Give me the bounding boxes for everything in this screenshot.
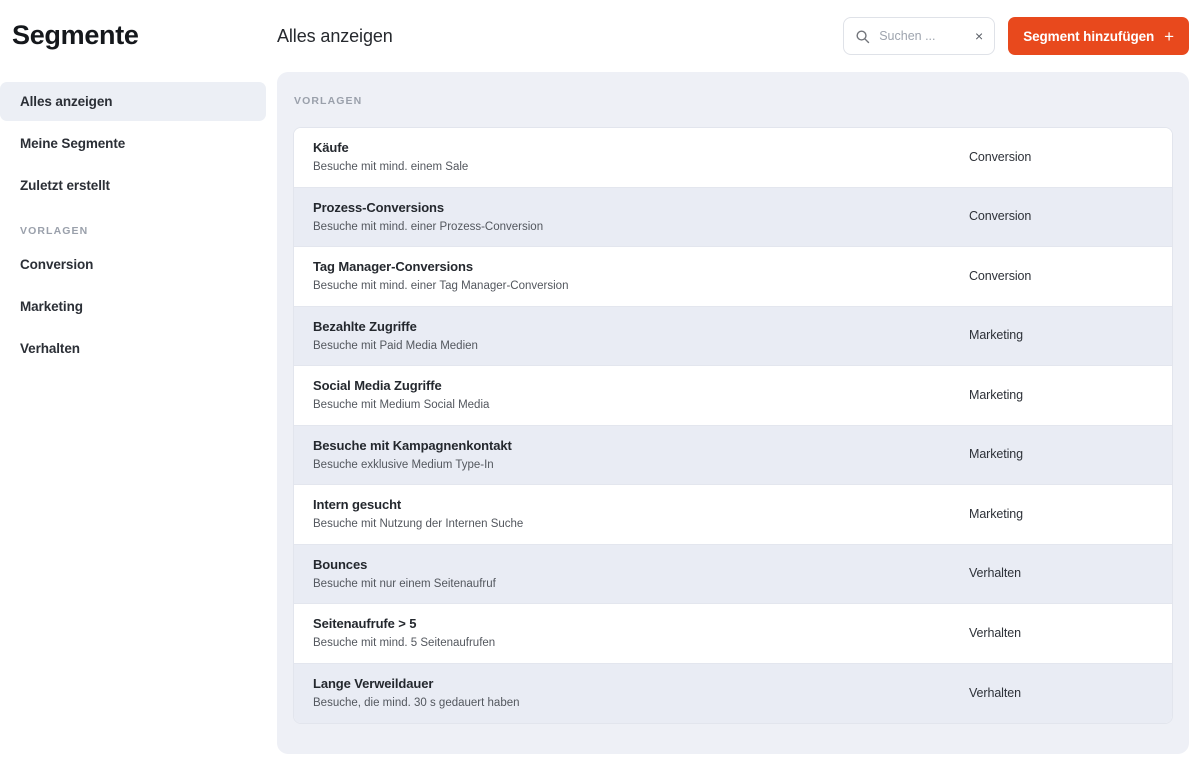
row-main: Besuche mit Kampagnenkontakt Besuche exk… [313, 437, 969, 473]
table-row[interactable]: Bounces Besuche mit nur einem Seitenaufr… [294, 544, 1172, 604]
row-category: Conversion [969, 268, 1032, 283]
row-category: Marketing [969, 387, 1023, 402]
table-row[interactable]: Tag Manager-Conversions Besuche mit mind… [294, 247, 1172, 307]
row-description: Besuche mit mind. einer Prozess-Conversi… [313, 220, 544, 233]
row-category: Verhalten [969, 566, 1021, 581]
table-row[interactable]: Lange Verweildauer Besuche, die mind. 30… [294, 663, 1172, 723]
table-row[interactable]: Seitenaufrufe > 5 Besuche mit mind. 5 Se… [294, 604, 1172, 664]
table-row[interactable]: Besuche mit Kampagnenkontakt Besuche exk… [294, 425, 1172, 485]
row-description: Besuche mit Medium Social Media [313, 399, 490, 412]
sidebar-item-label: Meine Segmente [20, 136, 126, 151]
row-description: Besuche mit mind. einer Tag Manager-Conv… [313, 280, 569, 293]
sidebar-group-label-vorlagen: VORLAGEN [20, 225, 89, 237]
topbar: Alles anzeigen × Segment hinzufügen + [277, 0, 1200, 72]
main-content: Alles anzeigen × Segment hinzufügen + VO… [277, 0, 1200, 767]
sidebar-item-zuletzt-erstellt[interactable]: Zuletzt erstellt [0, 166, 266, 205]
row-description: Besuche mit Nutzung der Internen Suche [313, 518, 524, 531]
row-main: Social Media Zugriffe Besuche mit Medium… [313, 377, 969, 413]
row-description: Besuche mit nur einem Seitenaufruf [313, 577, 496, 590]
panel-group-label: VORLAGEN [294, 95, 363, 107]
search-icon [855, 29, 870, 44]
row-title: Käufe [313, 140, 349, 156]
table-row[interactable]: Prozess-Conversions Besuche mit mind. ei… [294, 187, 1172, 247]
templates-panel: VORLAGEN Käufe Besuche mit mind. einem S… [277, 72, 1189, 754]
page-title: Segmente [12, 20, 139, 50]
row-main: Seitenaufrufe > 5 Besuche mit mind. 5 Se… [313, 615, 969, 651]
row-category: Conversion [969, 209, 1032, 224]
sidebar-item-alles-anzeigen[interactable]: Alles anzeigen [0, 82, 266, 121]
sidebar-item-label: Alles anzeigen [20, 94, 113, 109]
row-category: Marketing [969, 447, 1023, 462]
content-title: Alles anzeigen [277, 26, 393, 46]
row-main: Lange Verweildauer Besuche, die mind. 30… [313, 675, 969, 711]
add-segment-label: Segment hinzufügen [1023, 28, 1155, 44]
sidebar-item-verhalten[interactable]: Verhalten [0, 329, 266, 368]
row-description: Besuche mit mind. einem Sale [313, 161, 469, 174]
sidebar-primary-list: Alles anzeigen Meine Segmente Zuletzt er… [0, 82, 277, 205]
search-box[interactable]: × [843, 17, 996, 55]
table-row[interactable]: Bezahlte Zugriffe Besuche mit Paid Media… [294, 306, 1172, 366]
row-main: Bounces Besuche mit nur einem Seitenaufr… [313, 556, 969, 592]
sidebar-item-meine-segmente[interactable]: Meine Segmente [0, 124, 266, 163]
row-title: Social Media Zugriffe [313, 378, 442, 394]
close-icon[interactable]: × [974, 27, 984, 45]
sidebar-item-label: Conversion [20, 257, 94, 272]
row-title: Intern gesucht [313, 497, 402, 513]
row-category: Verhalten [969, 625, 1021, 640]
row-title: Seitenaufrufe > 5 [313, 616, 417, 632]
row-title: Lange Verweildauer [313, 676, 434, 692]
row-main: Tag Manager-Conversions Besuche mit mind… [313, 258, 969, 294]
table-row[interactable]: Intern gesucht Besuche mit Nutzung der I… [294, 485, 1172, 545]
sidebar-templates-list: Conversion Marketing Verhalten [0, 245, 277, 368]
segments-table: Käufe Besuche mit mind. einem Sale Conve… [293, 127, 1173, 724]
table-row[interactable]: Käufe Besuche mit mind. einem Sale Conve… [294, 128, 1172, 188]
row-main: Prozess-Conversions Besuche mit mind. ei… [313, 199, 969, 235]
sidebar-nav: Alles anzeigen Meine Segmente Zuletzt er… [0, 82, 277, 368]
row-title: Prozess-Conversions [313, 199, 445, 215]
add-segment-button[interactable]: Segment hinzufügen + [1008, 17, 1189, 55]
table-row[interactable]: Social Media Zugriffe Besuche mit Medium… [294, 366, 1172, 426]
row-category: Conversion [969, 149, 1032, 164]
row-description: Besuche mit Paid Media Medien [313, 339, 478, 352]
row-main: Käufe Besuche mit mind. einem Sale [313, 139, 969, 175]
row-main: Bezahlte Zugriffe Besuche mit Paid Media… [313, 318, 969, 354]
sidebar-item-marketing[interactable]: Marketing [0, 287, 266, 326]
row-category: Verhalten [969, 685, 1021, 700]
sidebar-item-conversion[interactable]: Conversion [0, 245, 266, 284]
row-main: Intern gesucht Besuche mit Nutzung der I… [313, 496, 969, 532]
row-description: Besuche exklusive Medium Type-In [313, 458, 494, 471]
sidebar-item-label: Marketing [20, 299, 83, 314]
segments-page: Segmente Alles anzeigen Meine Segmente Z… [0, 0, 1200, 767]
row-title: Besuche mit Kampagnenkontakt [313, 437, 512, 453]
sidebar: Segmente Alles anzeigen Meine Segmente Z… [0, 0, 277, 767]
sidebar-item-label: Verhalten [20, 341, 80, 356]
plus-icon: + [1164, 26, 1174, 46]
row-title: Tag Manager-Conversions [313, 259, 473, 275]
row-description: Besuche, die mind. 30 s gedauert haben [313, 697, 520, 710]
row-title: Bezahlte Zugriffe [313, 318, 417, 334]
row-category: Marketing [969, 328, 1023, 343]
row-description: Besuche mit mind. 5 Seitenaufrufen [313, 637, 496, 650]
sidebar-item-label: Zuletzt erstellt [20, 178, 110, 193]
search-input[interactable] [879, 29, 975, 43]
row-category: Marketing [969, 506, 1023, 521]
row-title: Bounces [313, 556, 368, 572]
